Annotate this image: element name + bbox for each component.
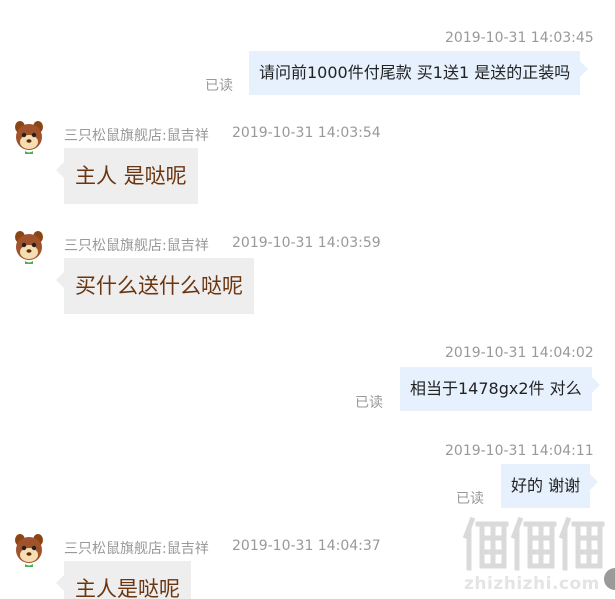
site-watermark: zhizhizhi.com (462, 516, 612, 596)
read-status: 已读 (355, 395, 383, 411)
incoming-message-bubble[interactable]: 主人是哒呢 (56, 561, 191, 599)
message-timestamp: 2019-10-31 14:04:37 (232, 538, 381, 554)
watermark-logo-icon (462, 516, 605, 571)
message-timestamp: 2019-10-31 14:03:54 (232, 125, 381, 141)
read-status: 已读 (456, 491, 484, 507)
read-status: 已读 (205, 78, 233, 94)
chat-window: 2019-10-31 14:03:45 已读 请问前1000件付尾款 买1送1 … (0, 0, 615, 599)
squirrel-avatar-icon[interactable] (12, 230, 46, 264)
outgoing-message-bubble[interactable]: 好的 谢谢 (501, 464, 599, 508)
outgoing-message-bubble[interactable]: 相当于1478gx2件 对么 (400, 367, 600, 411)
message-timestamp: 2019-10-31 14:03:45 (445, 30, 594, 46)
squirrel-avatar-icon[interactable] (12, 120, 46, 154)
watermark-text: zhizhizhi.com (464, 574, 600, 594)
message-timestamp: 2019-10-31 14:04:11 (445, 443, 594, 459)
squirrel-avatar-icon[interactable] (12, 533, 46, 567)
incoming-message-bubble[interactable]: 买什么送什么哒呢 (56, 258, 254, 314)
outgoing-message-bubble[interactable]: 请问前1000件付尾款 买1送1 是送的正装吗 (249, 51, 589, 95)
message-timestamp: 2019-10-31 14:03:59 (232, 235, 381, 251)
message-timestamp: 2019-10-31 14:04:02 (445, 345, 594, 361)
incoming-message-bubble[interactable]: 主人 是哒呢 (56, 148, 198, 204)
sender-name: 三只松鼠旗舰店:鼠吉祥 (64, 128, 209, 144)
sender-name: 三只松鼠旗舰店:鼠吉祥 (64, 541, 209, 557)
sender-name: 三只松鼠旗舰店:鼠吉祥 (64, 238, 209, 254)
